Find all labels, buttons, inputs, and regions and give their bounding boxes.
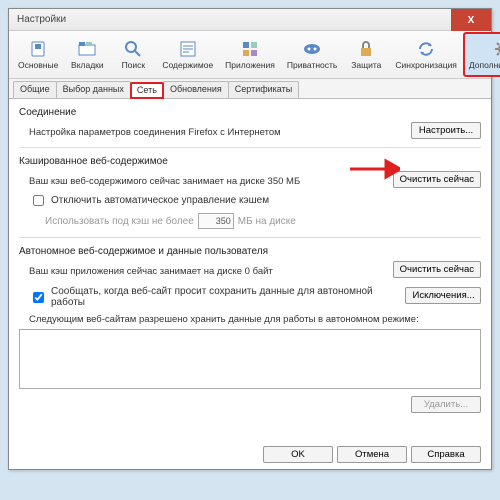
- tab-Обновления[interactable]: Обновления: [163, 81, 229, 98]
- tab-Выбор данных[interactable]: Выбор данных: [56, 81, 131, 98]
- tabs-icon: [77, 39, 97, 59]
- cache-section-title: Кэшированное веб-содержимое: [19, 156, 481, 167]
- override-cache-checkbox[interactable]: [33, 195, 44, 206]
- connection-desc: Настройка параметров соединения Firefox …: [29, 127, 281, 138]
- content-icon: [178, 39, 198, 59]
- tab-Сертификаты[interactable]: Сертификаты: [228, 81, 299, 98]
- offline-sites-list[interactable]: [19, 329, 481, 389]
- tab-content: Соединение Настройка параметров соединен…: [9, 99, 491, 421]
- toolbar-lock[interactable]: Защита: [344, 33, 388, 76]
- close-icon: X: [468, 15, 475, 26]
- toolbar-label: Приложения: [225, 60, 275, 70]
- toolbar-apps[interactable]: Приложения: [220, 33, 280, 76]
- toolbar-switch[interactable]: Основные: [13, 33, 63, 76]
- offline-section-title: Автономное веб-содержимое и данные польз…: [19, 246, 481, 257]
- toolbar-label: Защита: [351, 60, 381, 70]
- cache-limit-input[interactable]: [198, 213, 234, 229]
- titlebar: Настройки X: [9, 9, 491, 31]
- toolbar-mask[interactable]: Приватность: [282, 33, 342, 76]
- remove-site-button[interactable]: Удалить...: [411, 396, 481, 413]
- toolbar-search[interactable]: Поиск: [111, 33, 155, 76]
- switch-icon: [28, 39, 48, 59]
- cache-status: Ваш кэш веб-содержимого сейчас занимает …: [29, 176, 300, 187]
- dialog-buttons: OK Отмена Справка: [263, 446, 481, 463]
- close-button[interactable]: X: [451, 9, 491, 31]
- override-cache-label: Отключить автоматическое управление кэше…: [51, 195, 269, 206]
- toolbar-sync[interactable]: Синхронизация: [390, 33, 462, 76]
- toolbar-tabs[interactable]: Вкладки: [65, 33, 109, 76]
- cache-limit-unit: МБ на диске: [238, 216, 296, 227]
- mask-icon: [302, 39, 322, 59]
- connection-section-title: Соединение: [19, 107, 481, 118]
- clear-cache-button[interactable]: Очистить сейчас: [393, 171, 481, 188]
- toolbar-content[interactable]: Содержимое: [157, 33, 218, 76]
- cache-limit-pre: Использовать под кэш не более: [45, 216, 194, 227]
- toolbar-label: Содержимое: [162, 60, 213, 70]
- window-title: Настройки: [17, 14, 66, 25]
- sub-tabs: ОбщиеВыбор данныхСетьОбновленияСертифика…: [9, 79, 491, 99]
- sync-icon: [416, 39, 436, 59]
- apps-icon: [240, 39, 260, 59]
- help-button[interactable]: Справка: [411, 446, 481, 463]
- toolbar-label: Дополнительные: [469, 60, 500, 70]
- offline-allowed-label: Следующим веб-сайтам разрешено хранить д…: [29, 314, 481, 325]
- toolbar-label: Поиск: [122, 60, 146, 70]
- tab-Общие[interactable]: Общие: [13, 81, 57, 98]
- toolbar-label: Основные: [18, 60, 58, 70]
- exceptions-button[interactable]: Исключения...: [405, 287, 481, 304]
- offline-status: Ваш кэш приложения сейчас занимает на ди…: [29, 266, 273, 277]
- tab-Сеть[interactable]: Сеть: [130, 82, 164, 99]
- toolbar-label: Приватность: [287, 60, 337, 70]
- offline-notify-label: Сообщать, когда веб-сайт просит сохранит…: [51, 286, 405, 308]
- clear-offline-button[interactable]: Очистить сейчас: [393, 261, 481, 278]
- search-icon: [123, 39, 143, 59]
- toolbar-label: Синхронизация: [395, 60, 457, 70]
- connection-settings-button[interactable]: Настроить...: [411, 122, 481, 139]
- toolbar-gear[interactable]: Дополнительные: [464, 33, 500, 76]
- category-toolbar: Основные Вкладки Поиск Содержимое Приложения…: [9, 31, 491, 79]
- cancel-button[interactable]: Отмена: [337, 446, 407, 463]
- toolbar-label: Вкладки: [71, 60, 104, 70]
- settings-window: Настройки X Основные Вкладки Поиск Содержим…: [8, 8, 492, 470]
- offline-notify-checkbox[interactable]: [33, 292, 44, 303]
- lock-icon: [356, 39, 376, 59]
- gear-icon: [493, 39, 500, 59]
- ok-button[interactable]: OK: [263, 446, 333, 463]
